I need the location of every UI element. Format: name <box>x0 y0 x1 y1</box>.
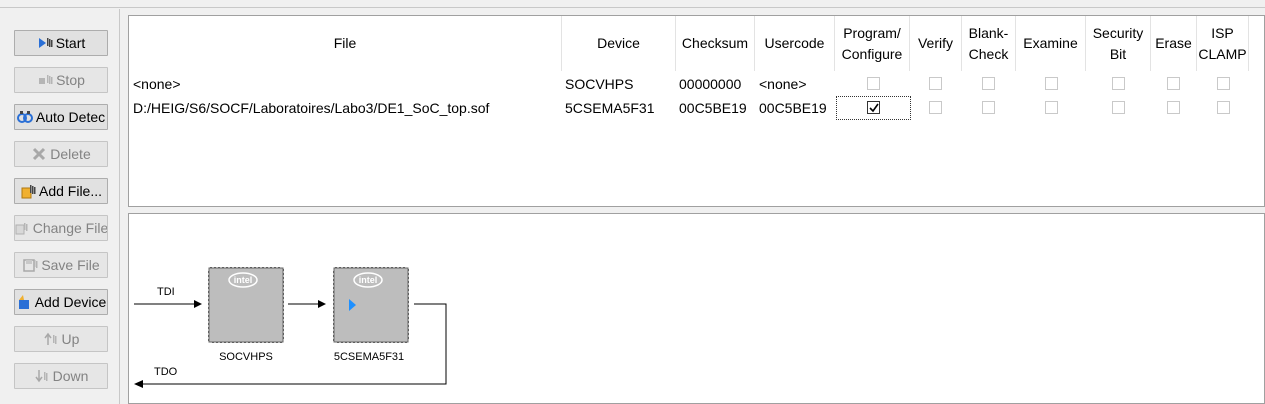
erase-checkbox[interactable] <box>1167 101 1180 114</box>
stop-button-label: Stop <box>56 72 85 88</box>
change-file-icon <box>15 220 30 236</box>
stop-button[interactable]: Stop <box>14 67 108 93</box>
checksum-cell: 00C5BE19 <box>679 100 747 116</box>
device-label: 5CSEMA5F31 <box>333 351 405 363</box>
add-device-button-label: Add Device <box>34 294 107 310</box>
column-header-device[interactable]: Device <box>562 16 676 71</box>
program-configure-checkbox[interactable] <box>867 77 880 90</box>
delete-button-label: Delete <box>50 146 91 162</box>
down-icon <box>34 368 50 384</box>
security-bit-checkbox[interactable] <box>1112 101 1125 114</box>
isp-clamp-checkbox[interactable] <box>1217 101 1230 114</box>
examine-checkbox[interactable] <box>1045 101 1058 114</box>
blank-check-checkbox[interactable] <box>982 101 995 114</box>
column-header-usercode[interactable]: Usercode <box>755 16 835 71</box>
stop-icon <box>37 72 53 88</box>
save-file-icon <box>22 257 38 273</box>
up-button-label: Up <box>61 331 80 347</box>
column-header-checksum[interactable]: Checksum <box>676 16 755 71</box>
start-button-label: Start <box>55 35 86 51</box>
security-bit-checkbox[interactable] <box>1112 77 1125 90</box>
down-button-label: Down <box>52 368 89 384</box>
column-header-erase[interactable]: Erase <box>1151 16 1197 71</box>
up-button[interactable]: Up <box>14 326 108 352</box>
jtag-chain-diagram: TDI TDO intel SOCVHPS intel 5CSEMA5F31 <box>128 213 1265 404</box>
start-button[interactable]: Start <box>14 30 108 56</box>
examine-checkbox[interactable] <box>1045 77 1058 90</box>
add-file-button[interactable]: Add File... <box>14 178 108 204</box>
tdo-arrowhead <box>134 380 143 388</box>
isp-clamp-checkbox[interactable] <box>1217 77 1230 90</box>
column-header-blank-check[interactable]: Blank- Check <box>962 16 1016 71</box>
delete-icon <box>31 146 47 162</box>
column-header-file[interactable]: File <box>129 16 562 71</box>
svg-text:intel: intel <box>359 275 378 285</box>
programmer-toolbar: Start Stop Auto Detec Delete Add File...… <box>0 9 120 404</box>
svg-text:intel: intel <box>234 275 253 285</box>
chip-icon: intel <box>208 267 284 343</box>
add-file-icon <box>20 183 36 199</box>
usercode-cell: <none> <box>759 76 807 92</box>
add-device-icon <box>16 294 32 310</box>
file-cell: <none> <box>133 76 181 92</box>
column-header-security-bit[interactable]: Security Bit <box>1086 16 1151 71</box>
save-file-button[interactable]: Save File <box>14 252 108 278</box>
column-header-verify[interactable]: Verify <box>910 16 962 71</box>
device-label: SOCVHPS <box>219 351 273 363</box>
column-header-program-configure[interactable]: Program/Configure <box>835 16 910 71</box>
device-cell: 5CSEMA5F31 <box>565 100 655 116</box>
checksum-cell: 00000000 <box>679 76 742 92</box>
tdo-label: TDO <box>154 366 178 378</box>
device-file-table: File Device Checksum Usercode Program/Co… <box>128 15 1265 207</box>
auto-detect-button-label: Auto Detec <box>35 109 106 125</box>
file-cell: D:/HEIG/S6/SOCF/Laboratoires/Labo3/DE1_S… <box>133 100 490 116</box>
blank-check-checkbox[interactable] <box>982 77 995 90</box>
save-file-button-label: Save File <box>41 257 100 273</box>
verify-checkbox[interactable] <box>929 77 942 90</box>
add-device-button[interactable]: Add Device <box>14 289 108 315</box>
add-file-button-label: Add File... <box>38 183 103 199</box>
device-cell: SOCVHPS <box>565 76 634 92</box>
tdi-label: TDI <box>157 286 175 298</box>
delete-button[interactable]: Delete <box>14 141 108 167</box>
change-file-button[interactable]: Change File <box>14 215 108 241</box>
top-border <box>0 0 1265 8</box>
device-chip-socvhps[interactable]: intel <box>206 265 286 345</box>
column-header-examine[interactable]: Examine <box>1016 16 1086 71</box>
chip-icon: intel <box>333 267 409 343</box>
chain-wires <box>134 300 447 388</box>
erase-checkbox[interactable] <box>1167 77 1180 90</box>
down-button[interactable]: Down <box>14 363 108 389</box>
up-icon <box>43 331 59 347</box>
column-header-isp-clamp[interactable]: ISP CLAMP <box>1197 16 1249 71</box>
device-chip-5csema5f31[interactable]: intel <box>331 265 411 345</box>
checkmark-icon <box>869 103 879 113</box>
program-configure-checkbox[interactable] <box>867 101 880 114</box>
auto-detect-button[interactable]: Auto Detec <box>14 104 108 130</box>
start-icon <box>37 35 53 51</box>
usercode-cell: 00C5BE19 <box>759 100 827 116</box>
verify-checkbox[interactable] <box>929 101 942 114</box>
change-file-button-label: Change File <box>32 220 108 236</box>
auto-detect-icon <box>16 109 33 125</box>
